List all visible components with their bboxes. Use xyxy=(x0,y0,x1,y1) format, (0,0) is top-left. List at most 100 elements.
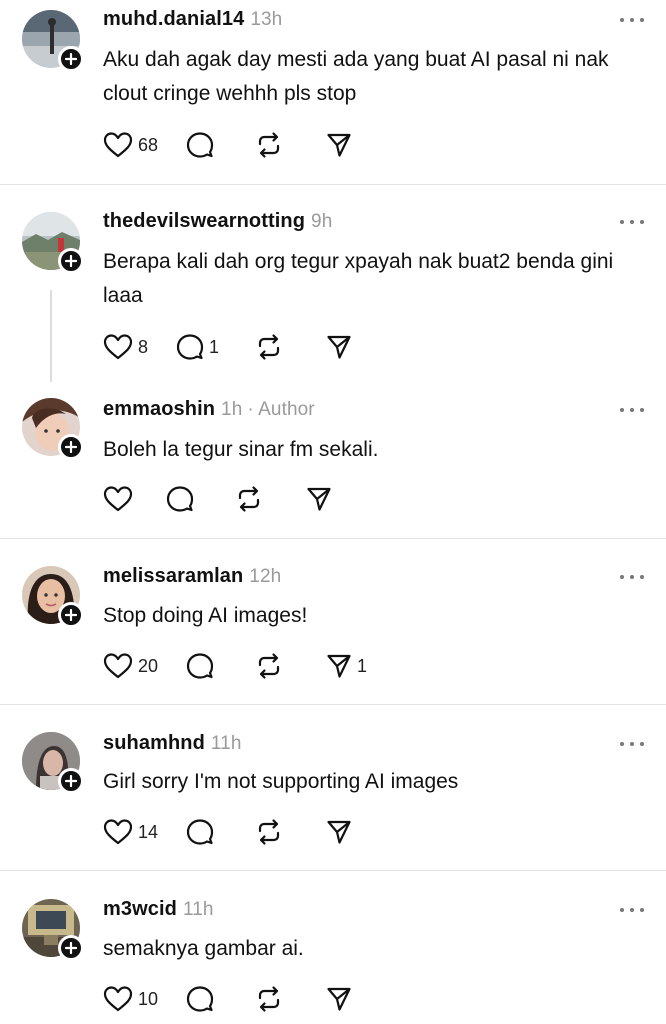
plus-icon xyxy=(65,609,77,621)
share-button[interactable] xyxy=(326,332,357,362)
more-horizontal-icon xyxy=(620,908,624,912)
action-bar: 10 xyxy=(103,984,357,1014)
share-button[interactable] xyxy=(326,817,357,847)
repost-icon xyxy=(238,486,260,512)
repost-icon xyxy=(258,334,280,360)
reply-button[interactable] xyxy=(186,130,219,160)
username[interactable]: melissaramlan xyxy=(103,565,243,587)
follow-button[interactable] xyxy=(58,602,84,628)
reply-text: Berapa kali dah org tegur xpayah nak bua… xyxy=(103,250,614,307)
timestamp: 12h xyxy=(249,566,282,587)
like-count: 8 xyxy=(138,336,149,357)
more-horizontal-icon xyxy=(620,575,624,579)
avatar[interactable] xyxy=(22,398,84,460)
heart-icon xyxy=(103,486,133,512)
heart-icon xyxy=(103,653,133,679)
share-button[interactable] xyxy=(326,130,357,160)
heart-icon xyxy=(103,334,133,360)
plus-icon xyxy=(65,775,77,787)
repost-button[interactable] xyxy=(255,984,288,1014)
timestamp: 9h xyxy=(311,211,333,232)
like-count: 10 xyxy=(138,988,159,1009)
speech-bubble-icon xyxy=(186,986,214,1012)
follow-button[interactable] xyxy=(58,935,84,961)
share-button[interactable] xyxy=(306,484,337,514)
avatar[interactable] xyxy=(22,212,84,274)
like-count: 14 xyxy=(138,821,159,842)
avatar[interactable] xyxy=(22,566,84,628)
timestamp: 13h xyxy=(250,9,283,30)
reply-button[interactable] xyxy=(186,817,219,847)
like-button[interactable] xyxy=(103,484,138,514)
replies-feed: muhd.danial14 13h Aku dah agak day mesti … xyxy=(0,0,666,1024)
more-options-button[interactable] xyxy=(620,739,644,749)
follow-button[interactable] xyxy=(58,768,84,794)
more-horizontal-icon xyxy=(620,18,624,22)
follow-button[interactable] xyxy=(58,248,84,274)
repost-button[interactable] xyxy=(255,817,288,847)
username[interactable]: emmaoshin xyxy=(103,398,215,420)
repost-icon xyxy=(258,819,280,845)
share-button[interactable]: 1 xyxy=(326,651,367,681)
send-icon xyxy=(327,133,351,157)
like-button[interactable]: 20 xyxy=(103,651,158,681)
speech-bubble-icon xyxy=(186,819,214,845)
divider xyxy=(0,538,666,539)
reply-button[interactable] xyxy=(186,984,219,1014)
username[interactable]: m3wcid xyxy=(103,898,177,920)
avatar[interactable] xyxy=(22,10,84,72)
heart-icon xyxy=(103,819,133,845)
speech-bubble-icon xyxy=(176,334,204,360)
like-button[interactable]: 10 xyxy=(103,984,158,1014)
repost-icon xyxy=(258,132,280,158)
more-options-button[interactable] xyxy=(620,905,644,915)
reply-count: 1 xyxy=(209,336,220,357)
repost-button[interactable] xyxy=(255,651,288,681)
more-options-button[interactable] xyxy=(620,572,644,582)
like-button[interactable]: 8 xyxy=(103,332,148,362)
avatar[interactable] xyxy=(22,899,84,961)
repost-button[interactable] xyxy=(255,332,288,362)
speech-bubble-icon xyxy=(186,653,214,679)
reply-button[interactable]: 1 xyxy=(176,332,219,362)
plus-icon xyxy=(65,53,77,65)
plus-icon xyxy=(65,441,77,453)
repost-button[interactable] xyxy=(255,130,288,160)
speech-bubble-icon xyxy=(166,486,194,512)
speech-bubble-icon xyxy=(186,132,214,158)
follow-button[interactable] xyxy=(58,434,84,460)
username[interactable]: suhamhnd xyxy=(103,732,205,754)
reply-button[interactable] xyxy=(186,651,219,681)
share-count: 1 xyxy=(357,655,368,676)
repost-button[interactable] xyxy=(235,484,268,514)
author-badge: · Author xyxy=(247,399,315,420)
share-button[interactable] xyxy=(326,984,357,1014)
like-button[interactable]: 68 xyxy=(103,130,158,160)
repost-icon xyxy=(258,653,280,679)
send-icon xyxy=(307,487,331,511)
username[interactable]: muhd.danial14 xyxy=(103,8,244,30)
username[interactable]: thedevilswearnotting xyxy=(103,210,305,232)
send-icon xyxy=(327,654,351,678)
more-options-button[interactable] xyxy=(620,217,644,227)
more-options-button[interactable] xyxy=(620,15,644,25)
plus-icon xyxy=(65,255,77,267)
thread-line xyxy=(50,290,52,382)
send-icon xyxy=(327,820,351,844)
reply-button[interactable] xyxy=(166,484,199,514)
like-count: 68 xyxy=(138,134,159,155)
divider xyxy=(0,704,666,705)
divider xyxy=(0,870,666,871)
follow-button[interactable] xyxy=(58,46,84,72)
reply-text: Girl sorry I'm not supporting AI images xyxy=(103,770,459,793)
timestamp: 1h xyxy=(221,399,243,420)
more-options-button[interactable] xyxy=(620,405,644,415)
like-button[interactable]: 14 xyxy=(103,817,158,847)
reply-text: Boleh la tegur sinar fm sekali. xyxy=(103,438,379,461)
send-icon xyxy=(327,987,351,1011)
heart-icon xyxy=(103,132,133,158)
like-count: 20 xyxy=(138,655,159,676)
plus-icon xyxy=(65,942,77,954)
more-horizontal-icon xyxy=(620,408,624,412)
avatar[interactable] xyxy=(22,732,84,794)
